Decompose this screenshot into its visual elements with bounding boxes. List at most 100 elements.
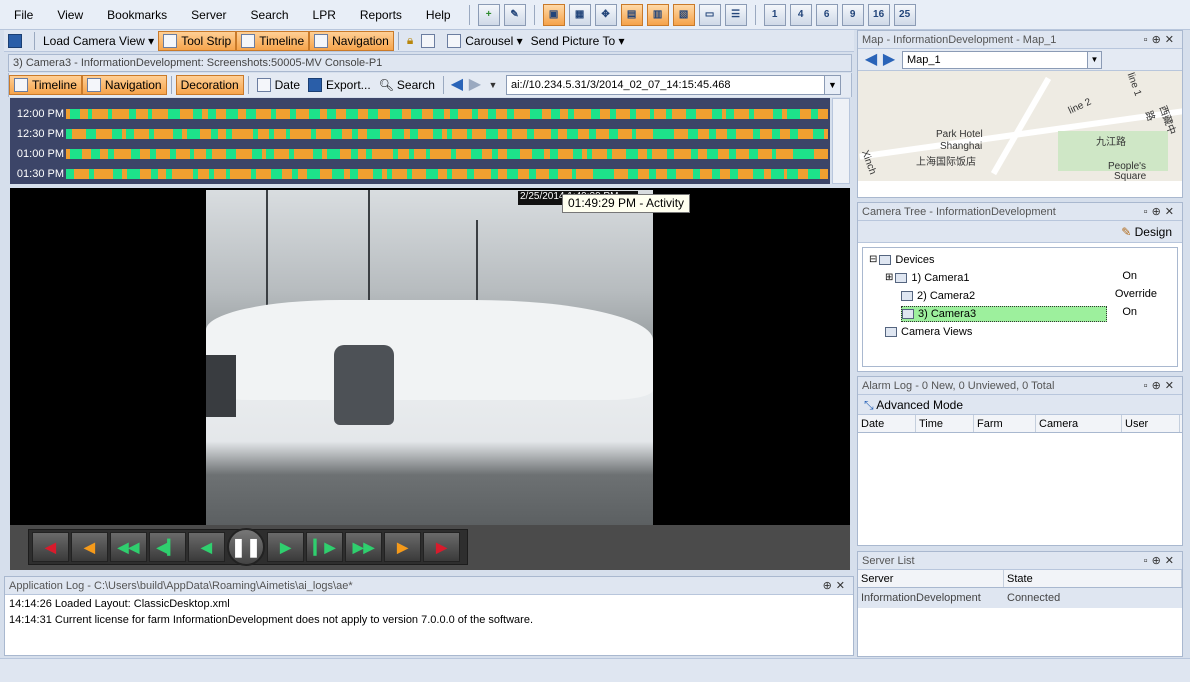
- previous-event-icon[interactable]: ◀: [71, 532, 108, 562]
- column-header[interactable]: User: [1122, 415, 1180, 432]
- layout-1-icon[interactable]: 1: [763, 3, 786, 26]
- chevron-down-icon[interactable]: ▼: [823, 76, 840, 94]
- restore-icon[interactable]: ▫: [1144, 206, 1152, 218]
- timeline-activity-segment: [507, 169, 518, 179]
- next-event-icon[interactable]: ▶: [384, 532, 421, 562]
- close-icon[interactable]: ✕: [1165, 206, 1178, 218]
- expand-icon[interactable]: ⊞: [885, 270, 893, 286]
- layout-25-icon[interactable]: 25: [893, 3, 916, 26]
- load-camera-view-dropdown[interactable]: Load Camera View ▾: [39, 31, 158, 51]
- export-button[interactable]: Export...: [304, 75, 375, 95]
- close-icon[interactable]: ✕: [1165, 380, 1178, 392]
- forward-arrow-icon[interactable]: ▶: [466, 76, 484, 94]
- timeline-activity-bar[interactable]: [66, 149, 828, 159]
- ptz-icon[interactable]: ✥: [594, 3, 617, 26]
- timeline-activity-bar[interactable]: [66, 169, 828, 179]
- restore-icon[interactable]: ▫: [1144, 34, 1152, 46]
- pin-icon[interactable]: ⊕: [1152, 34, 1165, 46]
- pin-icon[interactable]: ⊕: [1152, 206, 1165, 218]
- camera-timeline-button[interactable]: Timeline: [9, 75, 82, 95]
- menu-search[interactable]: Search: [239, 8, 301, 22]
- menu-view[interactable]: View: [45, 8, 95, 22]
- fast-rewind-icon[interactable]: ◀◀: [110, 532, 147, 562]
- play-icon[interactable]: ▶: [267, 532, 304, 562]
- search-button[interactable]: 🔍︎ Search: [375, 75, 439, 95]
- layout-9-icon[interactable]: 9: [841, 3, 864, 26]
- timeline-activity-segment: [666, 129, 674, 139]
- rewind-icon[interactable]: ◀▎: [149, 532, 186, 562]
- advanced-mode-button[interactable]: ⤡ Advanced Mode: [858, 395, 1182, 415]
- column-header[interactable]: Farm: [974, 415, 1036, 432]
- restore-icon[interactable]: ▫: [1144, 555, 1152, 567]
- history-dropdown-icon[interactable]: ▼: [484, 76, 502, 94]
- design-button[interactable]: ✎ Design: [858, 221, 1182, 243]
- menu-bookmarks[interactable]: Bookmarks: [95, 8, 179, 22]
- date-button[interactable]: Date: [253, 75, 304, 95]
- play-reverse-icon[interactable]: ◀: [188, 532, 225, 562]
- save-layout-button[interactable]: [4, 31, 30, 51]
- column-header[interactable]: Server: [858, 570, 1004, 587]
- server-row[interactable]: InformationDevelopment Connected: [858, 588, 1182, 608]
- fast-forward-icon[interactable]: ▶▶: [345, 532, 382, 562]
- layout-c-icon[interactable]: ▧: [672, 3, 695, 26]
- page-icon[interactable]: ▭: [698, 3, 721, 26]
- chevron-down-icon[interactable]: ▼: [1087, 51, 1101, 68]
- timeline-toggle-button[interactable]: Timeline: [236, 30, 310, 51]
- close-icon[interactable]: ✕: [836, 580, 849, 592]
- column-header[interactable]: State: [1004, 570, 1182, 587]
- carousel-dropdown[interactable]: Carousel ▾: [443, 31, 526, 51]
- restore-icon[interactable]: ▫: [1144, 380, 1152, 392]
- column-header[interactable]: Time: [916, 415, 974, 432]
- forward-icon[interactable]: ▎▶: [306, 532, 343, 562]
- timeline-activity-bar[interactable]: [66, 109, 828, 119]
- map-select[interactable]: Map_1 ▼: [902, 50, 1102, 69]
- timeline-activity-bar[interactable]: [66, 129, 828, 139]
- menu-lpr[interactable]: LPR: [301, 8, 348, 22]
- next-alarm-icon[interactable]: ▶: [423, 532, 460, 562]
- tree-node-camera-views[interactable]: Camera Views: [885, 324, 972, 340]
- layout-16-icon[interactable]: 16: [867, 3, 890, 26]
- column-header[interactable]: Camera: [1036, 415, 1122, 432]
- timeline-scrollbar[interactable]: [832, 98, 850, 184]
- menu-reports[interactable]: Reports: [348, 8, 414, 22]
- tree-node-devices[interactable]: ⊟ Devices: [869, 252, 935, 268]
- camera-navigation-button[interactable]: Navigation: [81, 75, 167, 95]
- back-arrow-icon[interactable]: ◀: [448, 76, 466, 94]
- tree-node-camera3[interactable]: 3) Camera3: [901, 306, 1107, 322]
- tool-strip-button[interactable]: Tool Strip: [158, 30, 237, 51]
- add-icon[interactable]: +: [477, 3, 500, 26]
- layout-b-icon[interactable]: ▥: [646, 3, 669, 26]
- collapse-icon[interactable]: ⊟: [869, 252, 877, 268]
- forward-arrow-icon[interactable]: ▶: [880, 51, 898, 69]
- menu-server[interactable]: Server: [179, 8, 238, 22]
- pause-icon[interactable]: ❚❚: [227, 528, 265, 566]
- snapshot-button[interactable]: [417, 31, 443, 51]
- list-icon[interactable]: ☰: [724, 3, 747, 26]
- close-icon[interactable]: ✕: [1165, 34, 1178, 46]
- layout-4-icon[interactable]: 4: [789, 3, 812, 26]
- layout-6-icon[interactable]: 6: [815, 3, 838, 26]
- lock-button[interactable]: 🔒︎: [403, 31, 417, 51]
- layout-a-icon[interactable]: ▤: [620, 3, 643, 26]
- pin-icon[interactable]: ⊕: [1152, 555, 1165, 567]
- close-icon[interactable]: ✕: [1165, 555, 1178, 567]
- video-viewport[interactable]: [10, 188, 850, 525]
- tree-node-camera2[interactable]: 2) Camera2: [901, 288, 975, 304]
- camera-state: On: [1122, 270, 1137, 282]
- send-picture-to-dropdown[interactable]: Send Picture To ▾: [527, 31, 629, 51]
- tree-node-camera1[interactable]: ⊞ 1) Camera1: [885, 270, 969, 286]
- menu-help[interactable]: Help: [414, 8, 463, 22]
- column-header[interactable]: Date: [858, 415, 916, 432]
- grid-icon[interactable]: ▦: [568, 3, 591, 26]
- map-view[interactable]: Park Hotel Shanghai 上海国际饭店 九江路 People's …: [858, 71, 1182, 181]
- back-arrow-icon[interactable]: ◀: [862, 51, 880, 69]
- navigation-toggle-button[interactable]: Navigation: [309, 30, 394, 51]
- pin-icon[interactable]: ⊕: [1152, 380, 1165, 392]
- camera-url-input[interactable]: ai://10.234.5.31/3/2014_02_07_14:15:45.4…: [505, 75, 841, 95]
- previous-alarm-icon[interactable]: ◀: [32, 532, 69, 562]
- menu-file[interactable]: File: [0, 8, 45, 22]
- decoration-button[interactable]: Decoration: [175, 75, 244, 95]
- edit-icon[interactable]: ✎: [503, 3, 526, 26]
- monitor-icon[interactable]: ▣: [542, 3, 565, 26]
- pin-icon[interactable]: ⊕: [823, 580, 836, 592]
